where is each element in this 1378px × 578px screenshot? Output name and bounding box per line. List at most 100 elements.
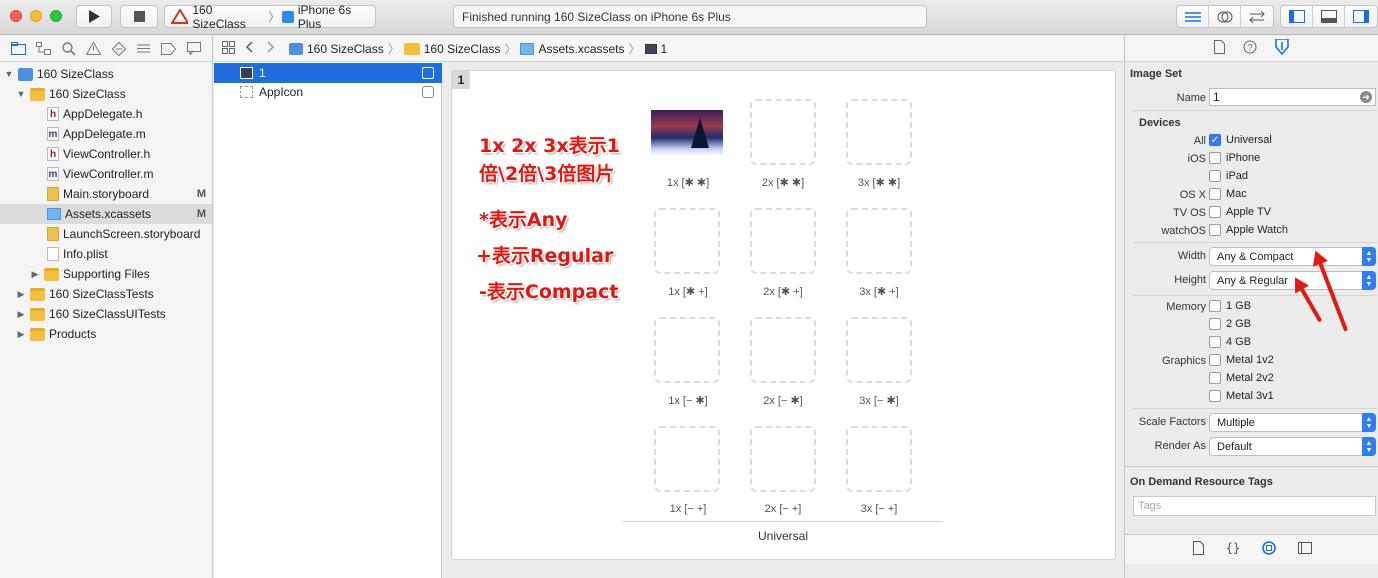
- image-slot-2x-compact-any[interactable]: [750, 317, 816, 383]
- disclosure-open-icon[interactable]: ▼: [4, 69, 14, 79]
- tree-row-label: LaunchScreen.storyboard: [63, 227, 201, 241]
- standard-editor-button[interactable]: [1177, 6, 1209, 27]
- image-slot-1x-compact-any[interactable]: [654, 317, 720, 383]
- image-slot-2x-any-regular[interactable]: [750, 208, 816, 274]
- render-as-popup[interactable]: Default ▲ ▼: [1209, 437, 1376, 456]
- stop-button[interactable]: [120, 5, 158, 28]
- image-slot-3x-compact-regular[interactable]: [846, 426, 912, 492]
- iphone-checkbox[interactable]: iPhone: [1209, 152, 1260, 164]
- file-template-library-tab[interactable]: [1192, 541, 1204, 558]
- tree-row-file[interactable]: m AppDelegate.m: [0, 124, 212, 144]
- code-snippet-library-tab[interactable]: {}: [1225, 541, 1239, 558]
- mac-checkbox[interactable]: Mac: [1209, 188, 1247, 200]
- breadcrumb-image-set[interactable]: 1: [661, 42, 668, 56]
- tree-row-group[interactable]: ▶ 160 SizeClassTests: [0, 284, 212, 304]
- quick-help-tab[interactable]: ?: [1243, 40, 1257, 57]
- header-file-icon: h: [47, 147, 59, 161]
- memory-2gb-checkbox[interactable]: 2 GB: [1209, 318, 1251, 330]
- image-slot-3x-any-regular[interactable]: [846, 208, 912, 274]
- arrow-circle-icon[interactable]: ➜: [1360, 91, 1372, 103]
- universal-checkbox[interactable]: ✓ Universal: [1209, 134, 1272, 146]
- implementation-file-icon: m: [47, 127, 59, 141]
- breadcrumb-catalog[interactable]: Assets.xcassets: [538, 42, 624, 56]
- asset-row[interactable]: AppIcon: [214, 82, 442, 102]
- breadcrumb-group[interactable]: 160 SizeClass: [424, 42, 501, 56]
- metal-3v1-checkbox[interactable]: Metal 3v1: [1209, 390, 1274, 402]
- symbol-navigator-tab[interactable]: [35, 41, 52, 57]
- forward-button[interactable]: [267, 41, 275, 56]
- close-window-button[interactable]: [10, 10, 22, 22]
- tree-row-group[interactable]: ▼ 160 SizeClass: [0, 84, 212, 104]
- image-slot-3x-compact-any[interactable]: [846, 317, 912, 383]
- related-items-icon[interactable]: [222, 40, 235, 57]
- annotation-scale-line1: 1x 2x 3x表示1: [479, 135, 620, 157]
- memory-1gb-checkbox[interactable]: 1 GB: [1209, 300, 1251, 312]
- zoom-window-button[interactable]: [50, 10, 62, 22]
- file-inspector-tab[interactable]: [1214, 40, 1225, 57]
- image-slot-2x-compact-regular[interactable]: [750, 426, 816, 492]
- find-navigator-tab[interactable]: [60, 41, 77, 57]
- tree-row-file-selected[interactable]: Assets.xcassets M: [0, 204, 212, 224]
- scale-factors-popup[interactable]: Multiple ▲ ▼: [1209, 413, 1376, 432]
- status-text: Finished running 160 SizeClass on iPhone…: [462, 9, 731, 24]
- apple-tv-checkbox[interactable]: Apple TV: [1209, 206, 1271, 218]
- metal-1v2-checkbox[interactable]: Metal 1v2: [1209, 354, 1274, 366]
- image-slot-1x-any-regular[interactable]: [654, 208, 720, 274]
- attributes-inspector-tab[interactable]: [1275, 38, 1289, 58]
- disclosure-closed-icon[interactable]: ▶: [16, 309, 26, 320]
- ipad-checkbox[interactable]: iPad: [1209, 170, 1248, 182]
- help-icon: ?: [1243, 40, 1257, 54]
- tree-row-group[interactable]: ▶ Supporting Files: [0, 264, 212, 284]
- disclosure-closed-icon[interactable]: ▶: [30, 269, 40, 280]
- slot-label: 2x [− +]: [764, 503, 802, 515]
- test-navigator-tab[interactable]: [110, 41, 127, 57]
- width-popup[interactable]: Any & Compact ▲ ▼: [1209, 247, 1376, 266]
- scheme-selector[interactable]: 160 SizeClass 〉 iPhone 6s Plus: [164, 3, 376, 31]
- diamond-icon: [111, 41, 126, 56]
- image-set-badge-icon: [422, 67, 434, 79]
- disclosure-closed-icon[interactable]: ▶: [16, 289, 26, 300]
- memory-4gb-checkbox[interactable]: 4 GB: [1209, 336, 1251, 348]
- project-navigator-tab[interactable]: [10, 41, 27, 57]
- object-library-tab[interactable]: [1261, 541, 1276, 558]
- tree-row-label: Supporting Files: [63, 267, 150, 281]
- run-button[interactable]: [76, 5, 112, 28]
- tags-field[interactable]: Tags: [1133, 496, 1376, 516]
- report-navigator-tab[interactable]: [185, 41, 202, 57]
- tree-row-file[interactable]: h AppDelegate.h: [0, 104, 212, 124]
- breakpoint-navigator-tab[interactable]: [160, 41, 177, 57]
- odr-section-title: On Demand Resource Tags: [1130, 476, 1273, 488]
- tree-row-file[interactable]: m ViewController.m: [0, 164, 212, 184]
- tree-row-file[interactable]: LaunchScreen.storyboard: [0, 224, 212, 244]
- disclosure-closed-icon[interactable]: ▶: [16, 329, 26, 340]
- disclosure-open-icon[interactable]: ▼: [16, 89, 26, 99]
- image-slot-3x-any-any[interactable]: [846, 99, 912, 165]
- tree-row-label: 160 SizeClass: [37, 67, 114, 81]
- asset-row-selected[interactable]: 1: [214, 63, 442, 83]
- image-slot-2x-any-any[interactable]: [750, 99, 816, 165]
- tree-row-file[interactable]: Info.plist: [0, 244, 212, 264]
- issue-navigator-tab[interactable]: [85, 41, 102, 57]
- breadcrumb-separator: 〉: [504, 42, 517, 56]
- toggle-navigator-button[interactable]: [1281, 6, 1313, 27]
- minimize-window-button[interactable]: [30, 10, 42, 22]
- tree-row-project[interactable]: ▼ 160 SizeClass: [0, 64, 212, 84]
- image-slot-1x-compact-regular[interactable]: [654, 426, 720, 492]
- image-slot-1x-any-any[interactable]: [651, 110, 723, 176]
- assistant-editor-button[interactable]: [1209, 6, 1241, 27]
- toggle-utilities-button[interactable]: [1345, 6, 1377, 27]
- name-field[interactable]: 1 ➜: [1209, 88, 1376, 106]
- breadcrumb-project[interactable]: 160 SizeClass: [307, 42, 384, 56]
- metal-2v2-checkbox[interactable]: Metal 2v2: [1209, 372, 1274, 384]
- back-button[interactable]: [245, 41, 253, 56]
- version-editor-button[interactable]: [1241, 6, 1273, 27]
- tree-row-group[interactable]: ▶ 160 SizeClassUITests: [0, 304, 212, 324]
- tree-row-file[interactable]: Main.storyboard M: [0, 184, 212, 204]
- asset-label: AppIcon: [259, 85, 304, 99]
- tree-row-file[interactable]: h ViewController.h: [0, 144, 212, 164]
- toggle-debug-area-button[interactable]: [1313, 6, 1345, 27]
- debug-navigator-tab[interactable]: [135, 41, 152, 57]
- media-library-tab[interactable]: [1297, 542, 1312, 557]
- tree-row-group[interactable]: ▶ Products: [0, 324, 212, 344]
- apple-watch-checkbox[interactable]: Apple Watch: [1209, 224, 1288, 236]
